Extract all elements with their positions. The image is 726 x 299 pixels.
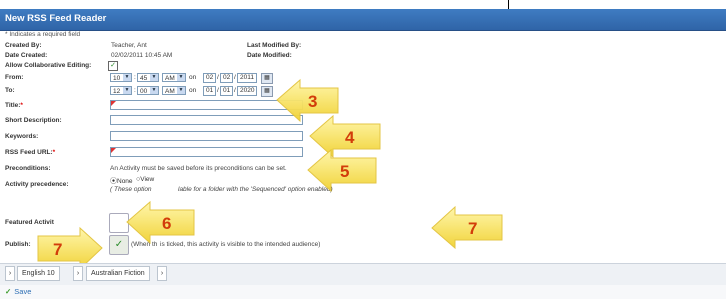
calendar-icon[interactable]: ▦ <box>261 73 273 84</box>
title-input[interactable] <box>110 100 303 110</box>
callout-number: 6 <box>162 214 172 233</box>
publish-label: Publish: <box>5 241 31 248</box>
chevron-right-icon[interactable]: › <box>157 266 167 281</box>
collab-label: Allow Collaborative Editing: <box>5 62 92 69</box>
date-created-label: Date Created: <box>5 52 48 59</box>
to-hour-select[interactable]: 12 ▼ <box>110 86 132 95</box>
featured-checkbox[interactable] <box>109 213 129 233</box>
from-ampm-select[interactable]: AM ▼ <box>162 73 186 82</box>
save-button[interactable]: ✓ Save <box>5 287 31 296</box>
calendar-icon[interactable]: ▦ <box>261 86 273 97</box>
preconditions-text: An Activity must be saved before its pre… <box>110 165 287 172</box>
to-ampm-select[interactable]: AM ▼ <box>162 86 186 95</box>
activity-precedence-label: Activity precedence: <box>5 181 69 188</box>
chevron-down-icon: ▼ <box>123 74 131 81</box>
from-month-field[interactable]: 02 <box>220 73 233 83</box>
title-label: Title:* <box>5 102 23 109</box>
collab-checkbox[interactable]: ✓ <box>108 61 118 71</box>
precedence-note-end: lable for a folder with the 'Sequenced' … <box>178 186 333 193</box>
required-flag-icon <box>111 101 116 106</box>
chevron-right-icon[interactable]: › <box>73 266 83 281</box>
publish-checkbox[interactable]: ✓ <box>109 235 129 255</box>
precedence-note-start: ( These option <box>110 186 152 193</box>
keywords-input[interactable] <box>110 131 303 141</box>
from-label: From: <box>5 74 24 81</box>
radio-selected-icon: ⦿ <box>110 178 117 185</box>
callout-number: 5 <box>340 162 350 181</box>
callout-number: 4 <box>345 128 355 147</box>
preconditions-label: Preconditions: <box>5 165 51 172</box>
breadcrumb-item[interactable]: Australian Fiction <box>86 266 150 281</box>
from-hour-select[interactable]: 10 ▼ <box>110 73 132 82</box>
to-day-field[interactable]: 01 <box>203 86 216 96</box>
rss-url-input[interactable] <box>110 147 303 157</box>
short-description-label: Short Description: <box>5 117 62 124</box>
dialog-title: New RSS Feed Reader <box>5 13 107 24</box>
save-bar: ✓ Save <box>0 285 726 299</box>
chevron-down-icon: ▼ <box>150 87 158 94</box>
precedence-view-radio[interactable]: ○View <box>136 176 154 183</box>
chevron-down-icon: ▼ <box>123 87 131 94</box>
callout-number: 7 <box>53 240 63 259</box>
required-flag-icon <box>111 148 116 153</box>
chevron-down-icon: ▼ <box>150 74 158 81</box>
from-minute-select[interactable]: 45 ▼ <box>137 73 159 82</box>
date-created-value: 02/02/2011 10:45 AM <box>111 52 173 59</box>
breadcrumb-item[interactable]: English 10 <box>17 266 60 281</box>
callout-number: 7 <box>468 219 478 238</box>
checkmark-icon: ✓ <box>5 287 12 296</box>
to-minute-select[interactable]: 00 ▼ <box>137 86 159 95</box>
to-month-field[interactable]: 01 <box>220 86 233 96</box>
from-year-field[interactable]: 2011 <box>237 73 257 83</box>
rss-url-label: RSS Feed URL:* <box>5 149 56 156</box>
callout-arrow-6 <box>126 200 195 245</box>
featured-activity-label: Featured Activit <box>5 219 54 226</box>
callout-arrow-7-right <box>431 205 503 250</box>
chevron-down-icon: ▼ <box>177 87 185 94</box>
to-label: To: <box>5 87 15 94</box>
short-description-input[interactable] <box>110 115 303 125</box>
precedence-none-radio[interactable]: ⦿None <box>110 176 133 186</box>
publish-note-end: is ticked, this activity is visible to t… <box>160 241 321 248</box>
date-modified-label: Date Modified: <box>247 52 292 59</box>
to-year-field[interactable]: 2020 <box>237 86 257 96</box>
from-day-field[interactable]: 02 <box>203 73 216 83</box>
top-strip <box>0 0 726 9</box>
dialog-titlebar: New RSS Feed Reader <box>0 9 726 31</box>
keywords-label: Keywords: <box>5 133 39 140</box>
publish-note-start: (When th <box>131 241 158 248</box>
callout-number: 3 <box>308 92 318 111</box>
created-by-label: Created By: <box>5 42 42 49</box>
chevron-down-icon: ▼ <box>177 74 185 81</box>
chevron-right-icon[interactable]: › <box>5 266 15 281</box>
required-note: * Indicates a required field <box>5 31 81 38</box>
last-modified-by-label: Last Modified By: <box>247 42 302 49</box>
created-by-value: Teacher, Ant <box>111 42 147 49</box>
